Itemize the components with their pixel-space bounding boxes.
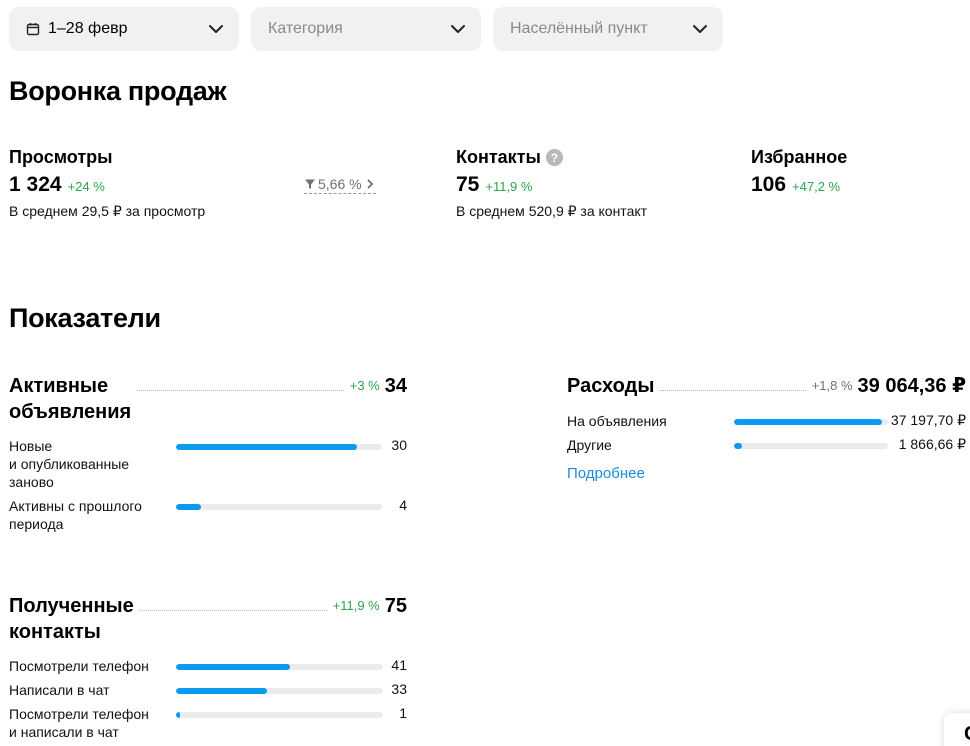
category-placeholder: Категория: [268, 20, 343, 37]
contacts-value: 75: [456, 173, 480, 196]
list-item: Посмотрели телефон и написали в чат: [9, 705, 149, 741]
chat-widget-button[interactable]: С: [944, 713, 970, 746]
funnel-title: Воронка продаж: [9, 76, 227, 106]
active-listings-title: Активные объявления: [9, 375, 132, 423]
category-select[interactable]: Категория: [251, 7, 481, 51]
date-range-value: 1–28 февр: [48, 20, 128, 37]
views-value: 1 324: [9, 173, 62, 196]
list-item: Новые и опубликованные заново: [9, 437, 129, 491]
row-value: 37 197,70 ₽: [890, 412, 966, 428]
row-value: 4: [399, 497, 407, 513]
expenses-value: 39 064,36 ₽: [857, 375, 966, 397]
list-item: На объявления: [567, 412, 667, 430]
active-listings-delta: +3 %: [349, 378, 380, 393]
received-contacts-title: Полученные контакты: [9, 595, 134, 643]
more-details-link[interactable]: Подробнее: [567, 465, 645, 482]
conversion-link[interactable]: 5,66 %: [304, 176, 376, 194]
favorites-delta: +47,2 %: [792, 179, 841, 194]
row-value: 1 866,66 ₽: [898, 436, 966, 452]
conversion-value: 5,66 %: [318, 176, 362, 192]
chevron-down-icon: [451, 25, 465, 33]
row-value: 41: [391, 657, 407, 673]
row-value: 1: [399, 705, 407, 721]
dotted-leader: [137, 373, 344, 391]
list-item: Написали в чат: [9, 681, 109, 699]
chevron-right-icon: [367, 179, 373, 189]
help-icon[interactable]: ?: [545, 149, 563, 166]
city-placeholder: Населённый пункт: [510, 20, 648, 37]
contacts-metric: Контакты ? 75 +11,9 % В среднем 520,9 ₽ …: [456, 147, 647, 220]
views-delta: +24 %: [67, 179, 105, 194]
chevron-down-icon: [693, 25, 707, 33]
row-label: Посмотрели телефон: [9, 658, 149, 674]
dotted-leader: [660, 373, 806, 391]
received-contacts-value: 75: [384, 595, 407, 617]
list-item: Активны с прошлого периода: [9, 497, 142, 533]
row-label: Новые и опубликованные заново: [9, 438, 130, 490]
date-range-select[interactable]: 1–28 февр: [9, 7, 239, 51]
dotted-leader: [139, 593, 327, 611]
favorites-label: Избранное: [751, 147, 848, 167]
row-label: На объявления: [567, 413, 667, 429]
contacts-label: Контакты: [456, 147, 541, 167]
calendar-icon: [26, 23, 40, 36]
active-listings-block: Активные объявления +3 % 34: [9, 373, 407, 425]
city-select[interactable]: Населённый пункт: [493, 7, 723, 51]
filter-funnel-icon: [305, 179, 315, 189]
list-item: Другие: [567, 436, 612, 454]
expenses-block: Расходы +1,8 % 39 064,36 ₽: [567, 373, 966, 399]
chevron-down-icon: [209, 25, 223, 33]
received-contacts-delta: +11,9 %: [332, 598, 380, 613]
row-value: 33: [391, 681, 407, 697]
indicators-title: Показатели: [9, 303, 161, 333]
views-sub: В среднем 29,5 ₽ за просмотр: [9, 203, 206, 219]
contacts-delta: +11,9 %: [485, 179, 533, 194]
row-label: Посмотрели телефон и написали в чат: [9, 706, 149, 740]
active-listings-value: 34: [384, 375, 407, 397]
filters-bar: 1–28 февр Категория Населённый пункт: [9, 7, 723, 51]
expenses-delta: +1,8 %: [811, 378, 853, 393]
progress-bar: [734, 443, 888, 449]
expenses-title: Расходы: [567, 375, 655, 397]
views-label: Просмотры: [9, 147, 113, 167]
list-item: Посмотрели телефон: [9, 657, 149, 675]
row-label: Активны с прошлого периода: [9, 498, 142, 532]
progress-bar: [734, 419, 888, 425]
contacts-sub: В среднем 520,9 ₽ за контакт: [456, 203, 648, 219]
row-value: 30: [391, 437, 407, 453]
received-contacts-block: Полученные контакты +11,9 % 75: [9, 593, 407, 645]
row-label: Написали в чат: [9, 682, 110, 698]
favorites-value: 106: [751, 173, 787, 196]
row-label: Другие: [567, 437, 612, 453]
views-metric: Просмотры 1 324 +24 % В среднем 29,5 ₽ з…: [9, 147, 205, 220]
favorites-metric: Избранное 106 +47,2 %: [751, 147, 847, 197]
